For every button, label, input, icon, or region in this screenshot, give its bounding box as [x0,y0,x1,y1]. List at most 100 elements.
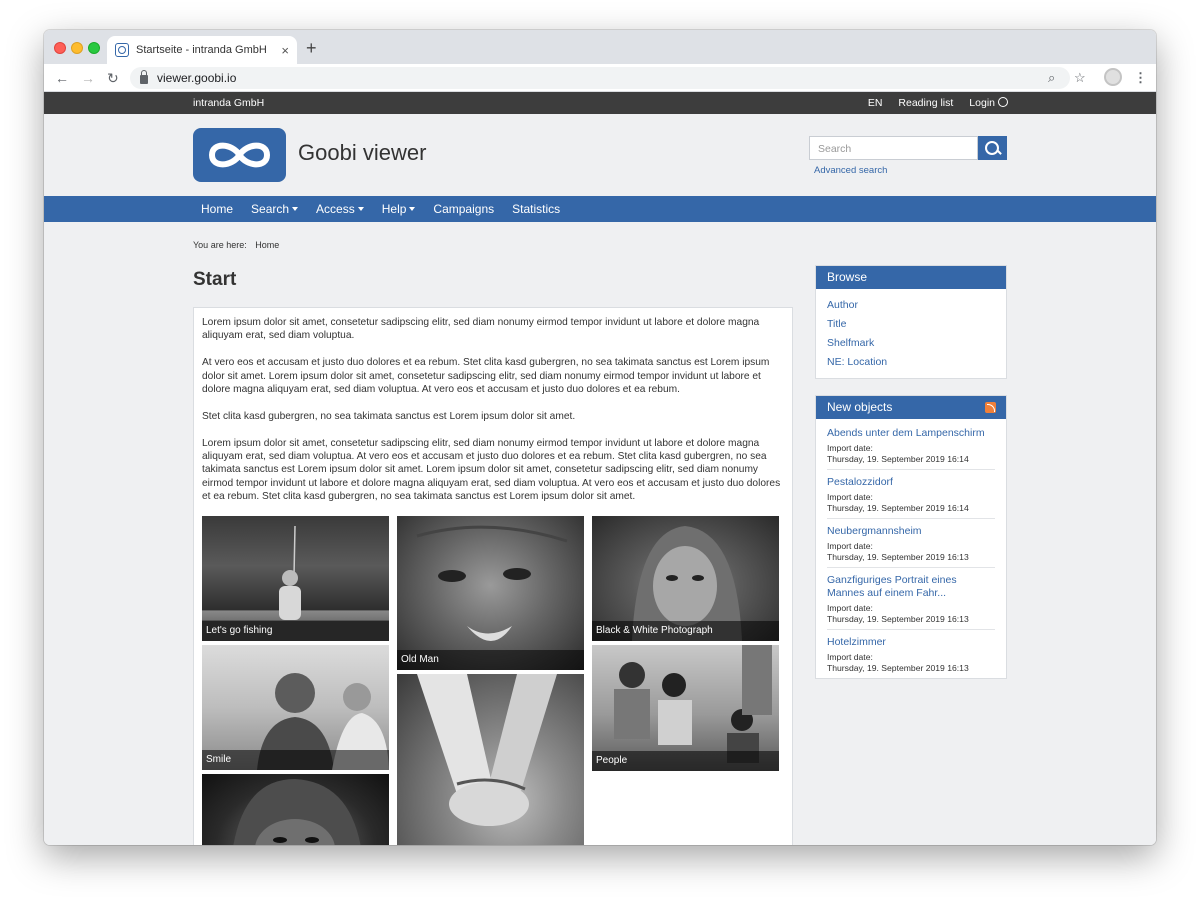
reading-list-link[interactable]: Reading list [898,97,953,109]
nav-search[interactable]: Search [242,196,307,222]
browser-tab[interactable]: Startseite - intranda GmbH × [107,36,297,64]
import-label: Import date: [827,603,873,613]
new-objects-title: New objects [827,400,893,414]
site-favicon-icon [115,43,129,57]
browse-link-location[interactable]: NE: Location [816,353,1006,372]
list-item: Abends unter dem Lampenschirm Import dat… [827,421,995,470]
import-label: Import date: [827,492,873,502]
import-date: Thursday, 19. September 2019 16:14 [827,453,969,464]
gallery-tile-hood[interactable] [202,774,389,845]
caret-down-icon [292,207,299,211]
browse-link-author[interactable]: Author [816,296,1006,315]
forward-arrow-icon[interactable]: → [81,69,95,87]
language-switch[interactable]: EN [868,97,883,109]
search-button[interactable] [978,136,1007,160]
import-date: Thursday, 19. September 2019 16:14 [827,502,969,513]
advanced-search-link[interactable]: Advanced search [814,165,887,176]
login-link[interactable]: Login [969,97,1008,109]
browser-window: Startseite - intranda GmbH × + ← → ↻ vie… [44,30,1156,845]
list-item: Hotelzimmer Import date: Thursday, 19. S… [827,630,995,678]
webpage: intranda GmbH EN Reading list Login Goob… [44,92,1156,845]
nav-label: Statistics [512,202,561,216]
hands-photo-icon [417,674,557,827]
gallery-tile-fishing[interactable]: Let's go fishing [202,516,389,642]
close-window-button[interactable] [54,42,66,54]
tab-close-icon[interactable]: × [281,43,289,58]
gallery-caption: People [592,751,779,772]
tab-title: Startseite - intranda GmbH [136,44,267,56]
object-title-link[interactable]: Ganzfiguriges Portrait eines Mannes auf … [827,574,995,600]
object-title-link[interactable]: Pestalozzidorf [827,476,995,489]
gallery-tile-smile[interactable]: Smile [202,645,389,771]
gallery-tile-old-man[interactable]: Old Man [397,516,584,671]
gallery-caption: Smile [202,750,389,771]
content-panel: Lorem ipsum dolor sit amet, consetetur s… [193,307,793,845]
gallery-caption: Let's go fishing [202,621,389,642]
nav-access[interactable]: Access [307,196,373,222]
gallery-caption: Black & White Photograph [592,621,779,642]
maximize-window-button[interactable] [88,42,100,54]
paragraph: Stet clita kasd gubergren, no sea takima… [202,410,576,422]
gallery-tile-people[interactable]: People [592,645,779,772]
gallery-caption: Old Man [397,650,584,671]
new-objects-header: New objects [816,396,1006,419]
nav-statistics[interactable]: Statistics [503,196,569,222]
url-text: viewer.goobi.io [157,71,237,85]
nav-help[interactable]: Help [373,196,425,222]
import-label: Import date: [827,443,873,453]
search-input[interactable]: Search [809,136,978,160]
nav-campaigns[interactable]: Campaigns [424,196,503,222]
breadcrumb-prefix: You are here: [193,240,247,250]
caret-down-icon [409,207,416,211]
minimize-window-button[interactable] [71,42,83,54]
browse-link-shelfmark[interactable]: Shelfmark [816,334,1006,353]
site-title: Goobi viewer [298,140,427,165]
nav-label: Home [201,202,234,216]
zoom-icon[interactable]: ⌕ [1048,69,1055,87]
nav-home[interactable]: Home [193,196,242,222]
browse-link-title[interactable]: Title [816,315,1006,334]
browse-widget: Browse Author Title Shelfmark NE: Locati… [815,265,1007,379]
browse-title: Browse [816,266,1006,289]
reload-icon[interactable]: ↻ [107,69,119,87]
main-navigation: Home Search Access Help Campaigns Statis… [44,196,1156,222]
caret-down-icon [357,207,364,211]
paragraph: Lorem ipsum dolor sit amet, consetetur s… [202,437,781,503]
object-title-link[interactable]: Neubergmannsheim [827,525,995,538]
gallery-tile-hands[interactable] [397,674,584,845]
tab-strip: Startseite - intranda GmbH × + [44,30,1156,64]
gallery-tile-bw[interactable]: Black & White Photograph [592,516,779,642]
breadcrumb: You are here: Home [193,240,279,250]
hooded-portrait-icon [233,779,361,845]
nav-label: Help [381,202,407,216]
paragraph: At vero eos et accusam et justo duo dolo… [202,357,770,396]
old-man-photo-icon [416,525,568,642]
object-title-link[interactable]: Hotelzimmer [827,636,995,649]
paragraph: Lorem ipsum dolor sit amet, consetetur s… [202,317,760,342]
org-name: intranda GmbH [193,97,265,109]
bookmark-star-icon[interactable]: ☆ [1074,69,1086,87]
login-label: Login [969,97,995,109]
breadcrumb-home[interactable]: Home [255,240,279,250]
address-bar[interactable]: viewer.goobi.io [130,67,1070,89]
goobi-logo[interactable] [193,128,286,182]
top-utility-bar: intranda GmbH EN Reading list Login [44,92,1156,114]
nav-label: Campaigns [433,202,495,216]
site-header: Goobi viewer Search Advanced search [44,114,1156,196]
profile-avatar-icon[interactable] [1104,68,1122,86]
new-tab-button[interactable]: + [306,39,317,57]
back-arrow-icon[interactable]: ← [55,69,69,87]
import-date: Thursday, 19. September 2019 16:13 [827,662,969,673]
browser-toolbar: ← → ↻ viewer.goobi.io ⌕ ☆ ⋮ [44,64,1156,92]
list-item: Neubergmannsheim Import date: Thursday, … [827,519,995,568]
nav-label: Access [316,202,355,216]
object-title-link[interactable]: Abends unter dem Lampenschirm [827,427,995,440]
rss-feed-icon[interactable] [985,402,996,413]
new-objects-widget: New objects Abends unter dem Lampenschir… [815,395,1007,679]
page-title: Start [193,269,237,290]
browser-menu-icon[interactable]: ⋮ [1134,69,1147,87]
user-icon [998,97,1008,107]
import-label: Import date: [827,652,873,662]
infinity-icon [208,142,271,168]
import-label: Import date: [827,541,873,551]
